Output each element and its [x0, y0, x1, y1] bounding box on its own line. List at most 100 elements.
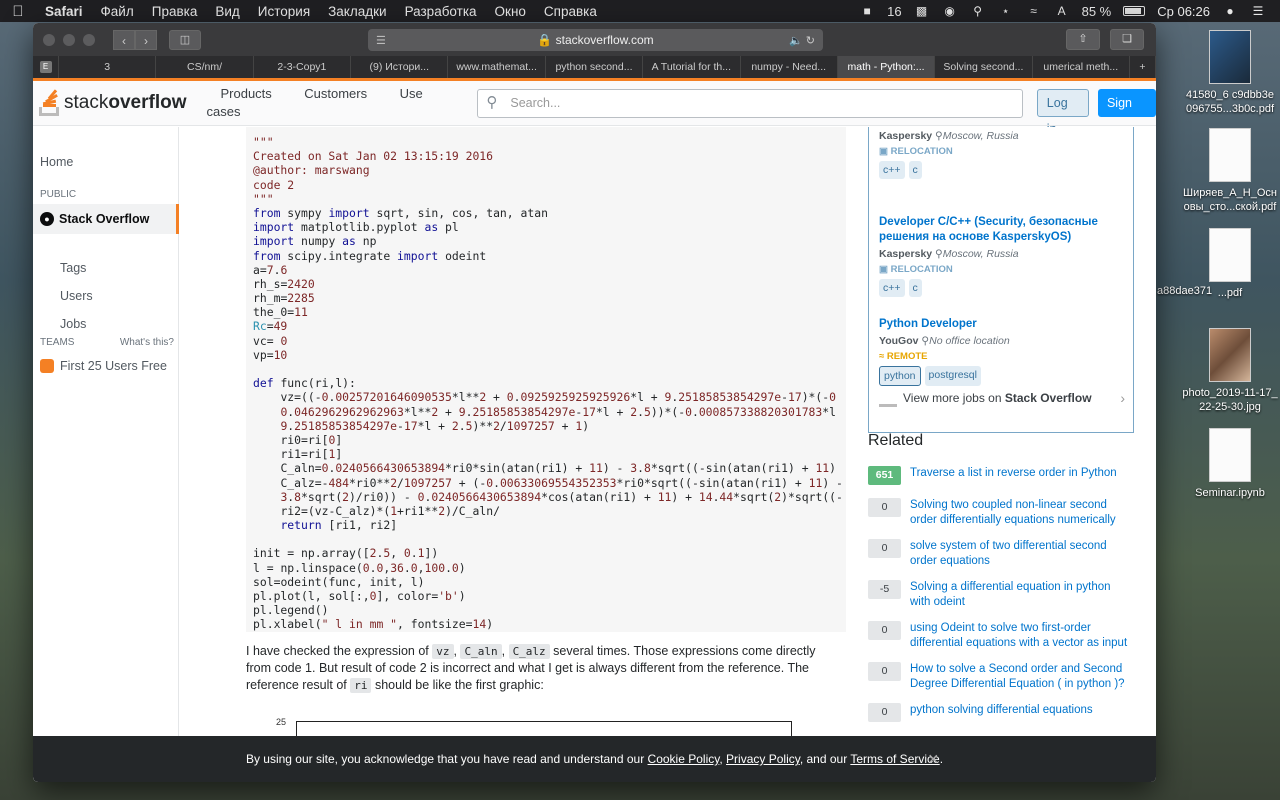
bluetooth-icon[interactable]: ⋆	[998, 4, 1014, 18]
tab[interactable]: 2-3-Copy1	[254, 56, 352, 78]
menu-bookmarks[interactable]: Закладки	[319, 4, 395, 19]
lock-icon: 🔒	[537, 33, 556, 47]
share-button[interactable]: ⇧	[1066, 29, 1100, 50]
code-line: ri2=(vz-C_alz)*(1+ri1**2)/C_aln/	[280, 503, 500, 518]
view-more-jobs-link[interactable]: View more jobs on Stack Overflow ›	[879, 389, 1125, 407]
desktop-file[interactable]: Ширяев_А_Н_Осн овы_сто...ской.pdf	[1175, 128, 1280, 215]
job-listing[interactable]: Kaspersky ⚲Moscow, Russia ▣ RELOCATION c…	[879, 127, 1129, 179]
menu-edit[interactable]: Правка	[143, 4, 207, 19]
tabs-overview-button[interactable]: ❏	[1110, 29, 1144, 50]
tag[interactable]: c++	[879, 279, 905, 297]
score-badge: 0	[868, 539, 901, 558]
related-item[interactable]: 0 solve system of two differential second…	[868, 539, 1134, 568]
tag[interactable]: c++	[879, 161, 905, 179]
menu-file[interactable]: Файл	[92, 4, 143, 19]
nav-products[interactable]: Products	[220, 86, 271, 101]
job-listing[interactable]: Developer C/C++ (Security, безопасные ре…	[879, 215, 1129, 297]
favicon-icon: E	[39, 61, 52, 73]
whats-this-link[interactable]: What's this?	[120, 337, 174, 348]
menu-window[interactable]: Окно	[486, 4, 535, 19]
menu-view[interactable]: Вид	[206, 4, 248, 19]
related-link: Solving a differential equation in pytho…	[910, 581, 1111, 608]
tag[interactable]: c	[908, 161, 922, 179]
battery-percent[interactable]: 85 %	[1082, 4, 1112, 19]
tab[interactable]: www.mathemat...	[448, 56, 546, 78]
address-bar[interactable]: ☰ 🔒 stackoverflow.com 🔈 ↻	[368, 29, 823, 51]
status-badge-count[interactable]: 16	[887, 4, 901, 19]
sidebar-item-tags[interactable]: Tags	[60, 261, 86, 275]
tab-active[interactable]: math - Python:...	[837, 56, 936, 78]
tab[interactable]: A Tutorial for th...	[643, 56, 741, 78]
search-input[interactable]: ⚲ Search...	[477, 88, 1023, 118]
spotlight-search-icon[interactable]: ⚲	[970, 4, 986, 18]
zoom-window-icon[interactable]	[83, 33, 95, 46]
battery-icon[interactable]	[1123, 6, 1146, 16]
tab[interactable]: python second...	[546, 56, 644, 78]
calendar-icon[interactable]: ▩	[914, 4, 930, 18]
close-icon[interactable]: ×	[928, 749, 939, 770]
code-line: ri1=ri[1]	[280, 447, 343, 462]
menu-help[interactable]: Справка	[535, 4, 606, 19]
tab-pinned[interactable]: E	[33, 56, 59, 78]
sidebar-toggle-button[interactable]: ◫	[169, 29, 201, 50]
question-body: """ Created on Sat Jan 02 13:15:19 2016 @a…	[246, 127, 846, 757]
cookie-policy-link[interactable]: Cookie Policy	[648, 752, 720, 766]
sidebar-item-stackoverflow[interactable]: ● Stack Overflow	[33, 204, 179, 234]
job-listing[interactable]: Python Developer YouGov ⚲No office locat…	[879, 317, 1129, 386]
job-title[interactable]: Python Developer	[879, 317, 1129, 332]
sidebar-item-users[interactable]: Users	[60, 289, 93, 303]
forward-button[interactable]: ›	[135, 29, 157, 50]
tab[interactable]: 3	[59, 56, 157, 78]
tab[interactable]: (9) Истори...	[351, 56, 449, 78]
desktop-file[interactable]: photo_2019-11-17_ 22-25-30.jpg	[1175, 328, 1280, 415]
menu-history[interactable]: История	[249, 4, 319, 19]
job-title[interactable]: Developer C/C++ (Security, безопасные ре…	[879, 215, 1129, 245]
signup-button[interactable]: Sign up	[1097, 89, 1156, 138]
apple-menu-icon[interactable]: 	[0, 3, 36, 20]
related-item[interactable]: 0 How to solve a Second order and Second …	[868, 662, 1134, 691]
related-item[interactable]: -5 Solving a differential equation in pyt…	[868, 580, 1134, 609]
related-item[interactable]: 0 using Odeint to solve two first-order d…	[868, 621, 1134, 650]
menubar-clock[interactable]: Ср 06:26	[1157, 4, 1210, 19]
back-button[interactable]: ‹	[113, 29, 135, 50]
related-heading: Related	[868, 432, 924, 449]
docker-icon[interactable]: ■	[859, 4, 875, 18]
menu-app-safari[interactable]: Safari	[36, 4, 92, 19]
menu-develop[interactable]: Разработка	[396, 4, 486, 19]
minimize-window-icon[interactable]	[63, 33, 75, 46]
desktop-file[interactable]: 41580_6 c9dbb3e 096755...3b0c.pdf	[1175, 30, 1280, 117]
new-tab-button[interactable]: +	[1130, 56, 1156, 78]
reader-icon[interactable]: ☰	[376, 34, 386, 47]
speaker-icon[interactable]: 🔈	[789, 35, 803, 47]
input-source-icon[interactable]: A	[1054, 4, 1070, 18]
login-button[interactable]: Log in	[1036, 89, 1089, 136]
related-item[interactable]: 0 Solving two coupled non-linear second o…	[868, 498, 1134, 527]
tab[interactable]: umerical meth...	[1033, 56, 1130, 78]
related-item[interactable]: 0 python solving differential equations	[868, 703, 1134, 722]
terms-of-service-link[interactable]: Terms of Service	[850, 752, 939, 766]
relocation-badge: ▣ RELOCATION	[879, 146, 953, 157]
score-badge: 0	[868, 662, 901, 681]
tab[interactable]: CS/nm/	[156, 56, 254, 78]
siri-icon[interactable]: ●	[1222, 4, 1238, 18]
tag[interactable]: postgresql	[924, 366, 981, 386]
wifi-icon[interactable]: ≈	[1026, 4, 1042, 18]
desktop-file[interactable]: Seminar.ipynb	[1175, 428, 1280, 500]
sidebar-item-home[interactable]: Home	[40, 155, 73, 169]
tag[interactable]: c	[908, 279, 922, 297]
related-item[interactable]: 651 Traverse a list in reverse order in P…	[868, 466, 1134, 485]
tab[interactable]: numpy - Need...	[741, 56, 838, 78]
vpn-icon[interactable]: ◉	[942, 4, 958, 18]
nav-customers[interactable]: Customers	[304, 86, 367, 101]
tab[interactable]: Solving second...	[935, 56, 1033, 78]
code-line: a=7.6	[253, 262, 288, 277]
stackoverflow-logo[interactable]: stack overflow	[39, 89, 186, 116]
notification-center-icon[interactable]: ☰	[1250, 4, 1266, 18]
reload-icon[interactable]: ↻	[806, 35, 815, 47]
sidebar-item-first25[interactable]: First 25 Users Free	[40, 359, 167, 373]
close-window-icon[interactable]	[43, 33, 55, 46]
tag[interactable]: python	[879, 366, 921, 386]
sidebar-item-jobs[interactable]: Jobs	[60, 317, 86, 331]
privacy-policy-link[interactable]: Privacy Policy	[726, 752, 800, 766]
